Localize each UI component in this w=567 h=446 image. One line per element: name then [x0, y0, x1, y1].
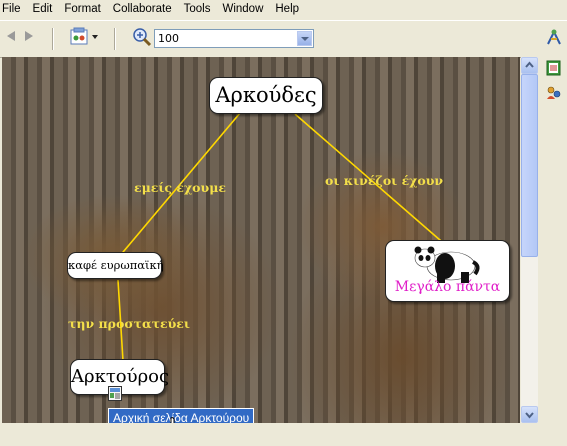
menu-edit[interactable]: Edit: [27, 0, 59, 18]
chevron-down-icon[interactable]: [297, 31, 312, 46]
menu-help[interactable]: Help: [269, 0, 305, 18]
side-panel: [538, 57, 567, 446]
topic-giant-panda-label: Μεγάλο πάντα: [394, 279, 501, 295]
back-arrow-icon[interactable]: [3, 29, 17, 43]
zoom-icon[interactable]: [132, 27, 152, 47]
menu-file[interactable]: File: [0, 0, 27, 18]
scroll-up-button[interactable]: [521, 57, 538, 74]
menu-tools[interactable]: Tools: [178, 0, 217, 18]
menu-window[interactable]: Window: [216, 0, 269, 18]
panda-image: [414, 246, 480, 283]
link-label-we-have: εμείς έχουμε: [134, 180, 226, 195]
scroll-down-button[interactable]: [521, 406, 538, 423]
collab-icon[interactable]: [546, 28, 562, 46]
link-label-chinese-have: οι κινέζοι έχουν: [325, 173, 444, 188]
notes-icon[interactable]: [546, 60, 562, 76]
toolbar: [0, 20, 567, 58]
topic-center[interactable]: Αρκούδες: [209, 77, 323, 114]
people-icon[interactable]: [546, 85, 562, 101]
menu-format[interactable]: Format: [58, 0, 106, 18]
forward-arrow-icon[interactable]: [23, 29, 37, 43]
chevron-up-icon: [525, 61, 534, 68]
chevron-down-icon: [525, 412, 534, 419]
topic-giant-panda[interactable]: Μεγάλο πάντα: [385, 240, 510, 302]
toolbar-separator: [52, 28, 54, 50]
menu-bar: File Edit Format Collaborate Tools Windo…: [0, 0, 567, 18]
zoom-combobox[interactable]: [154, 29, 314, 48]
status-area: [0, 423, 538, 446]
scroll-thumb[interactable]: [521, 74, 538, 257]
hyperlink-icon[interactable]: [108, 386, 122, 401]
vertical-scrollbar[interactable]: [521, 57, 538, 423]
toolbar-separator: [114, 28, 116, 50]
menu-collaborate[interactable]: Collaborate: [107, 0, 178, 18]
mind-map-canvas[interactable]: Αρκούδες εμείς έχουμε οι κινέζοι έχουν κ…: [2, 57, 520, 423]
topic-european-brown[interactable]: καφέ ευρωπαϊκή: [67, 252, 164, 279]
zoom-input[interactable]: [155, 30, 297, 47]
link-label-protects: την προστατεύει: [68, 316, 190, 331]
layout-icon[interactable]: [70, 27, 100, 47]
